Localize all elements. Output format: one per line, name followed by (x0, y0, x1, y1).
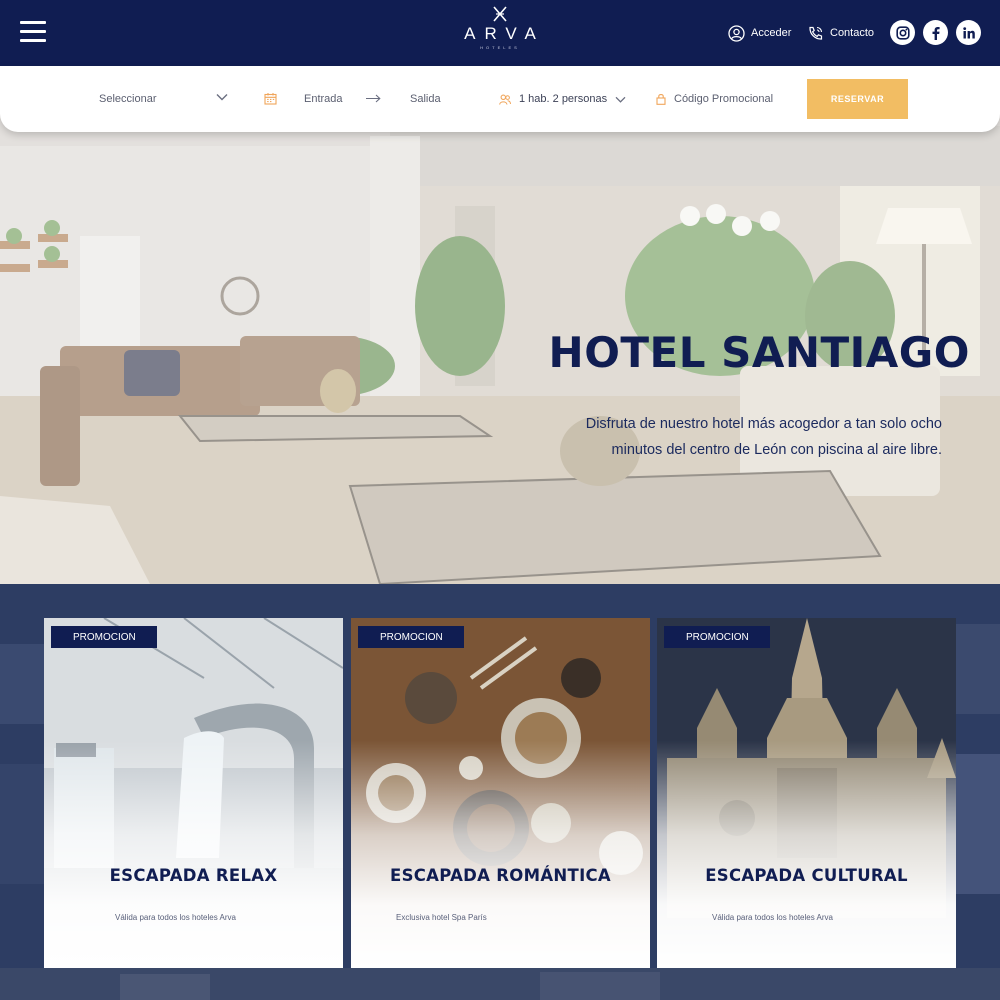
checkout-label: Salida (410, 93, 441, 105)
reserve-button[interactable]: RESERVAR (807, 79, 908, 119)
checkout-field[interactable]: Salida (410, 91, 441, 107)
checkin-field[interactable]: Entrada (304, 91, 343, 107)
hotel-select[interactable]: Seleccionar (99, 91, 156, 107)
lock-icon (656, 94, 666, 105)
booking-bar: Seleccionar Entrada Salida 1 hab. 2 pers… (0, 66, 1000, 132)
promo-badge: PROMOCION (358, 626, 464, 648)
promo-subtitle: Exclusiva hotel Spa París (396, 913, 487, 922)
chevron-down-icon[interactable] (216, 93, 228, 101)
checkin-label: Entrada (304, 93, 343, 105)
promotions-section: PROMOCION ESCAPADA RELAX Válida para tod… (0, 584, 1000, 1000)
promo-badge: PROMOCION (51, 626, 157, 648)
user-icon (728, 24, 745, 42)
promo-card-romantica[interactable]: PROMOCION ESCAPADA ROMÁNTICA Exclusiva h… (351, 618, 650, 968)
promo-code-field[interactable]: Código Promocional (656, 91, 773, 107)
promo-code-label: Código Promocional (674, 93, 774, 105)
promo-subtitle: Válida para todos los hoteles Arva (115, 913, 236, 922)
promo-title: ESCAPADA RELAX (109, 866, 278, 885)
arva-logo[interactable]: ARVA HOTELES (450, 6, 550, 60)
promo-subtitle: Válida para todos los hoteles Arva (712, 913, 833, 922)
promo-card-relax[interactable]: PROMOCION ESCAPADA RELAX Válida para tod… (44, 618, 343, 968)
login-label: Acceder (751, 27, 792, 39)
hero-section: HOTEL SANTIAGO Disfruta de nuestro hotel… (0, 66, 1000, 584)
menu-icon[interactable] (20, 21, 46, 43)
promo-title: ESCAPADA CULTURAL (705, 866, 908, 885)
contact-label: Contacto (830, 27, 875, 39)
promo-title: ESCAPADA ROMÁNTICA (390, 866, 611, 885)
facebook-icon[interactable] (923, 20, 948, 45)
promo-badge: PROMOCION (664, 626, 770, 648)
hero-title: HOTEL SANTIAGO (548, 328, 970, 377)
hotel-select-label: Seleccionar (99, 93, 157, 105)
guests-select[interactable]: 1 hab. 2 personas (499, 91, 626, 107)
guests-label: 1 hab. 2 personas (519, 93, 608, 105)
logo-mark-icon (493, 6, 507, 22)
arrow-right-icon (366, 94, 381, 103)
linkedin-icon[interactable] (956, 20, 981, 45)
guests-icon (499, 94, 511, 105)
instagram-icon[interactable] (890, 20, 915, 45)
calendar-icon (264, 93, 277, 105)
phone-icon (809, 26, 823, 40)
logo-subtext: HOTELES (480, 45, 520, 50)
hero-description: Disfruta de nuestro hotel más acogedor a… (585, 416, 942, 458)
login-link[interactable]: Acceder (728, 23, 791, 43)
contact-link[interactable]: Contacto (807, 23, 874, 43)
site-header: ARVA HOTELES Acceder Contacto (0, 0, 1000, 66)
promo-card-cultural[interactable]: PROMOCION ESCAPADA CULTURAL Válida para … (657, 618, 956, 968)
logo-text: ARVA (464, 24, 545, 43)
chevron-down-icon (615, 96, 626, 103)
hero-overlay (0, 66, 1000, 584)
